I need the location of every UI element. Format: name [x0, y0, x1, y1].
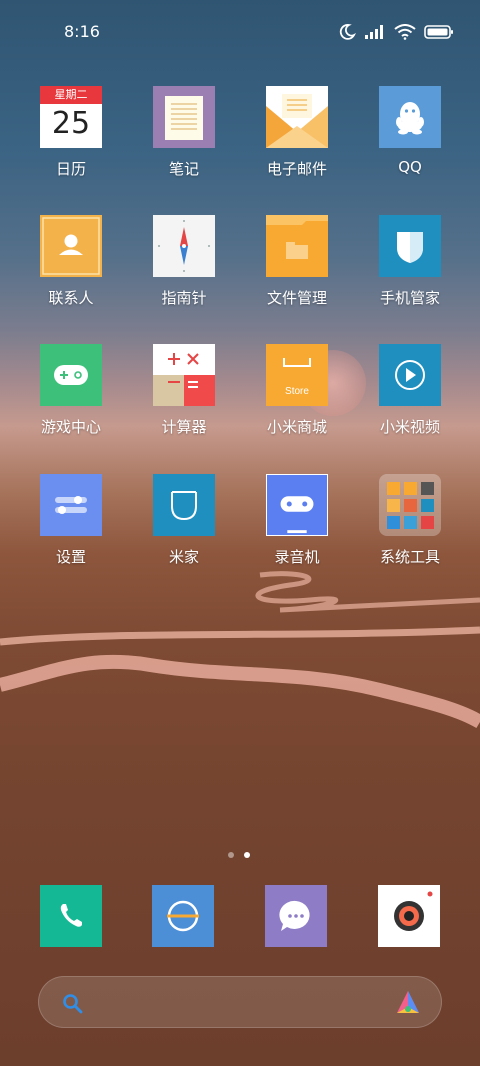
messages-icon	[279, 900, 310, 931]
folder-icon	[266, 215, 328, 277]
store-icon-text: Store	[285, 385, 309, 397]
search-bar[interactable]	[38, 976, 442, 1028]
dock-phone[interactable]	[40, 885, 102, 947]
qq-penguin-icon	[379, 86, 441, 148]
status-time: 8:16	[64, 22, 100, 41]
dock-messages[interactable]	[265, 885, 327, 947]
app-label: 手机管家	[379, 289, 440, 307]
app-label: 笔记	[168, 160, 199, 178]
app-label: 计算器	[161, 418, 207, 436]
phone-icon	[60, 904, 82, 927]
wifi-icon	[394, 24, 416, 40]
app-tools-folder[interactable]: 系统工具	[354, 474, 466, 584]
app-label: 文件管理	[266, 289, 327, 307]
compass-icon	[153, 215, 215, 277]
notes-icon	[153, 86, 215, 148]
signal-icon	[365, 25, 383, 39]
app-label: 日历	[55, 160, 86, 178]
app-email[interactable]: 电子邮件	[241, 86, 353, 196]
calendar-day: 25	[51, 106, 91, 141]
settings-sliders-icon	[40, 474, 102, 536]
app-compass[interactable]: 指南针	[128, 215, 240, 325]
dock-camera[interactable]	[378, 885, 440, 947]
app-label: 小米视频	[379, 418, 440, 436]
app-label: 小米商城	[266, 418, 327, 436]
wallpaper-road	[0, 571, 480, 729]
app-calculator[interactable]: 计算器	[128, 344, 240, 454]
app-files[interactable]: 文件管理	[241, 215, 353, 325]
gamepad-icon	[40, 344, 102, 406]
app-settings[interactable]: 设置	[15, 474, 127, 584]
app-label: 指南针	[161, 289, 207, 307]
store-bag-icon: Store	[266, 344, 328, 406]
app-notes[interactable]: 笔记	[128, 86, 240, 196]
battery-icon	[424, 25, 453, 39]
app-label: 系统工具	[379, 548, 440, 566]
contacts-icon	[40, 215, 102, 277]
app-games[interactable]: 游戏中心	[15, 344, 127, 454]
browser-icon	[167, 900, 199, 932]
calendar-icon: 星期二 25	[40, 86, 102, 148]
app-label: QQ	[398, 158, 422, 176]
camera-icon	[394, 891, 433, 931]
app-contacts[interactable]: 联系人	[15, 215, 127, 325]
app-label: 联系人	[48, 289, 94, 307]
app-label: 米家	[168, 548, 199, 566]
status-bar: 8:16	[0, 0, 480, 64]
shield-icon	[379, 215, 441, 277]
assistant-logo-icon[interactable]	[393, 989, 423, 1017]
app-label: 设置	[55, 548, 86, 566]
app-video[interactable]: 小米视频	[354, 344, 466, 454]
app-label: 录音机	[274, 548, 320, 566]
page-indicator	[228, 852, 250, 858]
app-label: 游戏中心	[40, 418, 101, 436]
app-recorder[interactable]: 录音机	[241, 474, 353, 584]
app-qq[interactable]: QQ	[354, 86, 466, 196]
app-label: 电子邮件	[266, 160, 327, 178]
app-mihome[interactable]: 米家	[128, 474, 240, 584]
cassette-icon	[266, 474, 328, 536]
search-icon[interactable]	[61, 992, 85, 1016]
mihome-icon	[153, 474, 215, 536]
tools-folder-icon	[379, 474, 441, 536]
email-icon	[266, 86, 328, 148]
app-security[interactable]: 手机管家	[354, 215, 466, 325]
calculator-icon	[153, 344, 215, 406]
page-dot-1[interactable]	[228, 852, 234, 858]
play-icon	[379, 344, 441, 406]
calendar-weekday: 星期二	[40, 86, 102, 104]
app-calendar[interactable]: 星期二 25 日历	[15, 86, 127, 196]
page-dot-2-active[interactable]	[244, 852, 250, 858]
dock-browser[interactable]	[152, 885, 214, 947]
do-not-disturb-moon-icon	[339, 24, 356, 40]
app-store[interactable]: Store 小米商城	[241, 344, 353, 454]
